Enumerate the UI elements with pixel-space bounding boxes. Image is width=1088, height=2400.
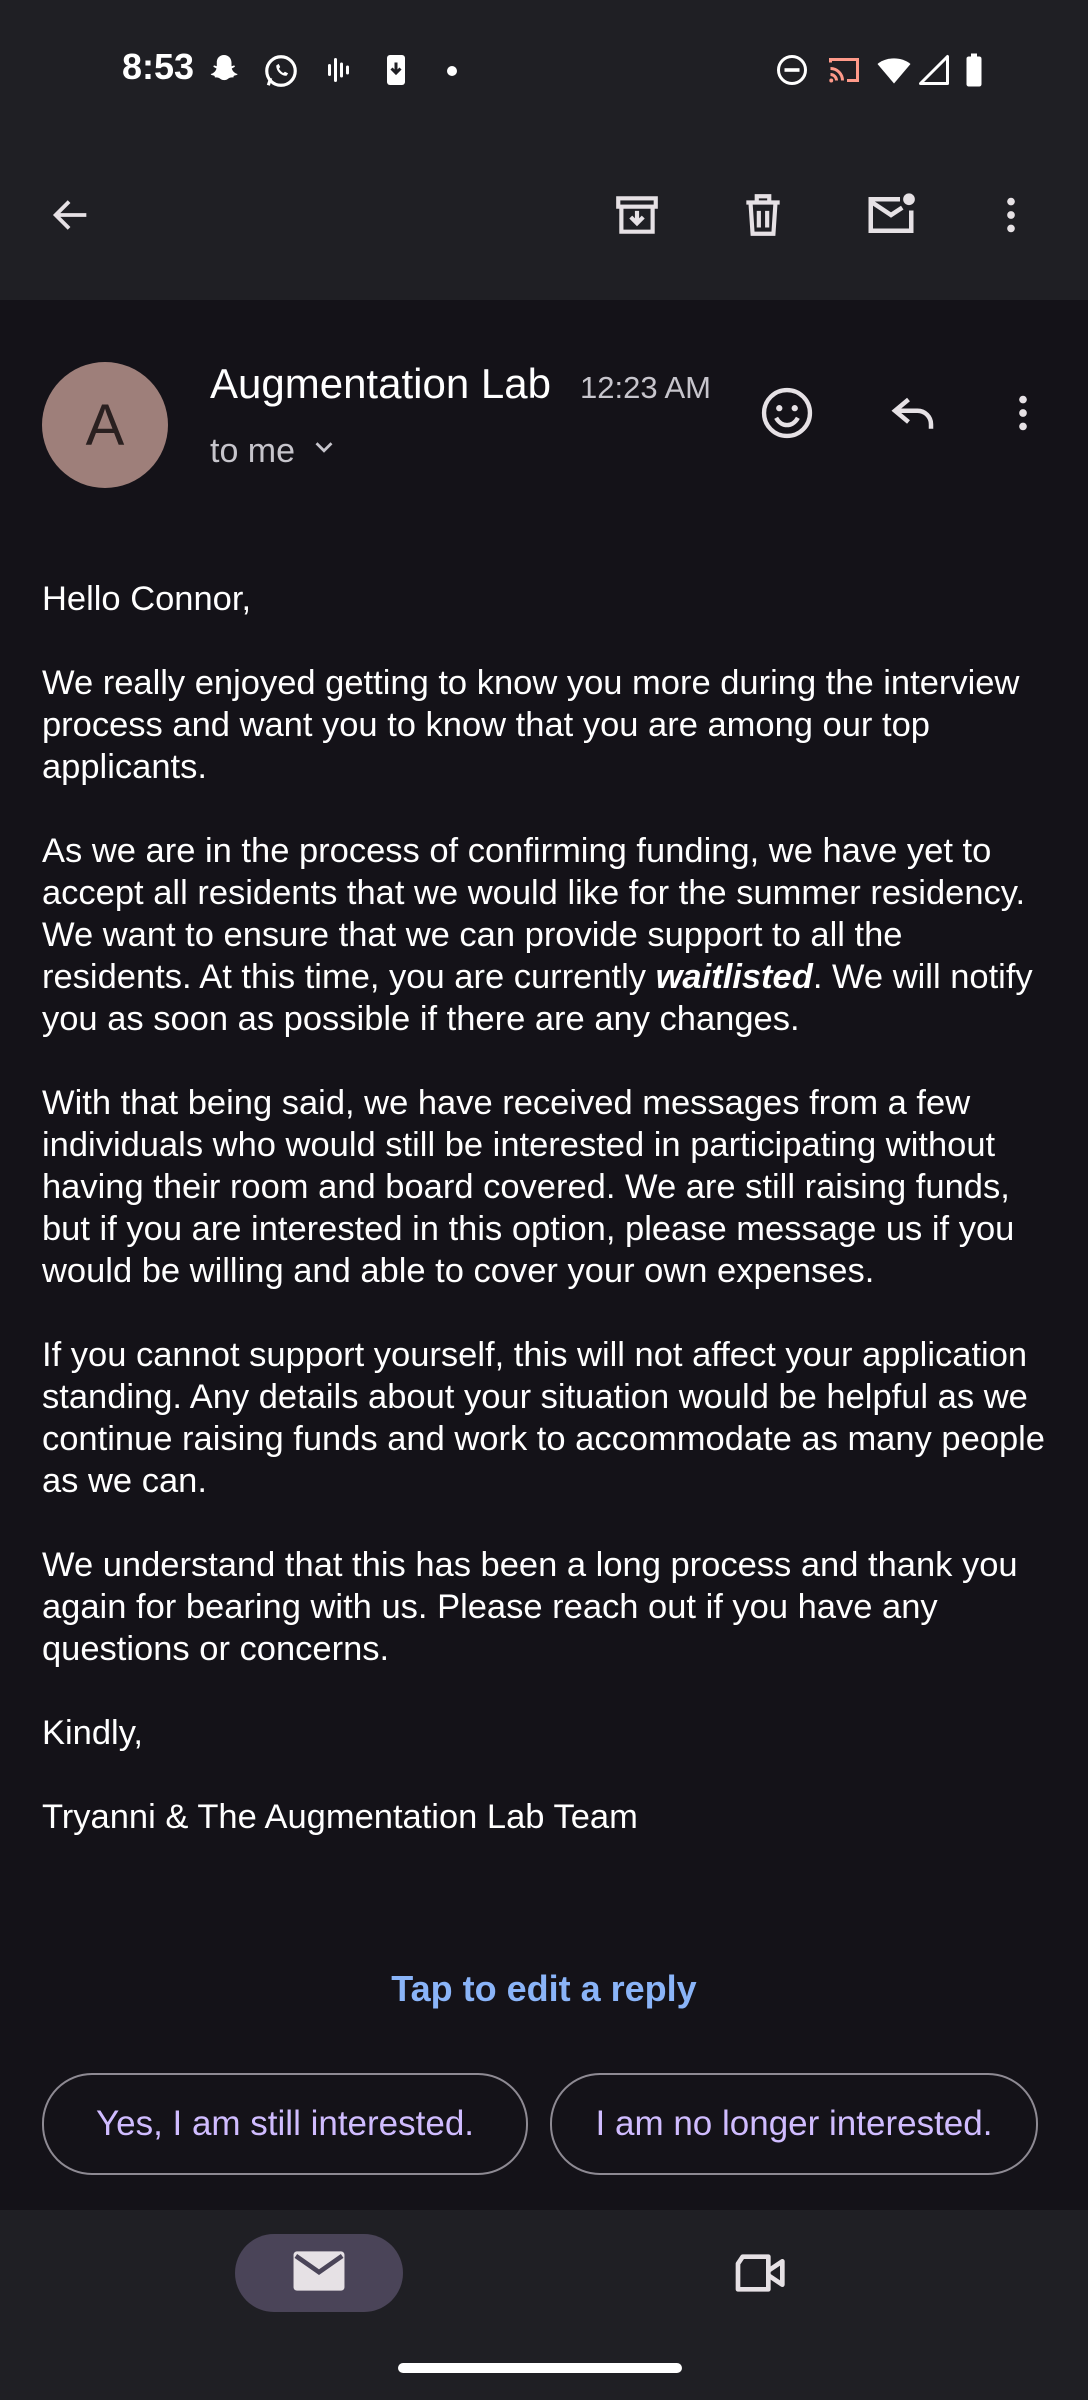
- mail-icon: [291, 2249, 347, 2298]
- emoji-react-icon[interactable]: [752, 378, 822, 448]
- wifi-icon: [874, 52, 914, 93]
- chevron-down-icon: [309, 432, 339, 471]
- whatsapp-icon: [262, 52, 300, 95]
- recipient-label: to me: [210, 432, 296, 470]
- email-more-icon[interactable]: [988, 378, 1058, 448]
- battery-icon: [962, 52, 986, 93]
- status-bar: 8:53: [0, 30, 1088, 110]
- paragraph: With that being said, we have received m…: [42, 1084, 1015, 1290]
- back-arrow-icon[interactable]: [36, 180, 106, 250]
- smart-reply-chip[interactable]: Yes, I am still interested.: [42, 2073, 528, 2175]
- home-indicator[interactable]: [398, 2363, 682, 2373]
- tap-to-edit-reply-link[interactable]: Tap to edit a reply: [0, 1968, 1088, 2010]
- delete-icon[interactable]: [728, 180, 798, 250]
- paragraph: If you cannot support yourself, this wil…: [42, 1336, 1045, 1500]
- email-time: 12:23 AM: [580, 370, 711, 405]
- voicemail-icon: [322, 52, 358, 93]
- paragraph: We really enjoyed getting to know you mo…: [42, 664, 1020, 786]
- download-icon: [378, 52, 414, 93]
- dot-icon: [446, 64, 458, 82]
- smart-reply-chip[interactable]: I am no longer interested.: [550, 2073, 1038, 2175]
- video-icon: [731, 2249, 787, 2302]
- paragraph: As we are in the process of confirming f…: [42, 832, 1033, 1038]
- avatar[interactable]: A: [42, 362, 168, 488]
- do-not-disturb-icon: [774, 52, 810, 93]
- nav-mail-tab[interactable]: [235, 2234, 403, 2312]
- signature: Tryanni & The Augmentation Lab Team: [42, 1798, 638, 1836]
- status-time: 8:53: [122, 46, 195, 87]
- archive-icon[interactable]: [602, 180, 672, 250]
- signal-icon: [916, 52, 952, 93]
- signoff: Kindly,: [42, 1714, 143, 1752]
- mark-unread-icon[interactable]: [856, 180, 926, 250]
- more-vert-icon[interactable]: [976, 180, 1046, 250]
- snapchat-icon: [206, 52, 242, 93]
- recipient-details[interactable]: to me: [210, 432, 339, 471]
- paragraph: We understand that this has been a long …: [42, 1546, 1018, 1668]
- email-body: Hello Connor, We really enjoyed getting …: [42, 578, 1052, 1880]
- top-app-bar: 8:53: [0, 0, 1088, 300]
- cast-icon: [824, 52, 864, 93]
- sender-name[interactable]: Augmentation Lab: [210, 360, 551, 408]
- greeting: Hello Connor,: [42, 580, 252, 618]
- email-header: A Augmentation Lab 12:23 AM to me: [0, 340, 1088, 510]
- emphasis-text: waitlisted: [655, 958, 813, 996]
- reply-icon[interactable]: [878, 378, 948, 448]
- nav-meet-tab[interactable]: [724, 2240, 794, 2310]
